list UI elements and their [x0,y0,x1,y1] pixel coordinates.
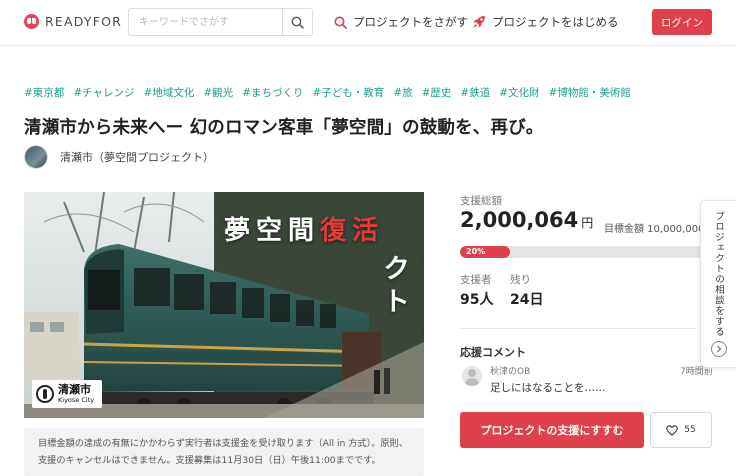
nav-find-projects[interactable]: プロジェクトをさがす [334,14,468,30]
city-seal-icon [36,385,54,403]
tag-link[interactable]: #歴史 [422,85,452,100]
rocket-icon [473,16,485,28]
search-box [128,8,313,36]
supporters-value: 95人 [460,292,494,308]
nav-find-label: プロジェクトをさがす [353,15,468,29]
all-in-notice: 目標金額の達成の有無にかかわらず実行者は支援金を受け取ります（All in 方式… [24,428,424,476]
total-amount-value: 2,000,064 [460,208,579,232]
comments-heading: 応援コメント [460,346,526,359]
total-label: 支援総額 [460,195,502,207]
favorite-button[interactable]: 55 [650,412,712,448]
consult-tab-label: プロジェクトの相談をする [713,211,724,337]
owner-name: 清瀬市（夢空間プロジェクト） [60,151,214,164]
tag-link[interactable]: #文化財 [499,85,539,100]
project-title: 清瀬市から未来へー 幻のロマン客車「夢空間」の鼓動を、再び。 [24,118,544,138]
search-input[interactable] [129,9,281,35]
hero-caption-vertical: プロジェクト [378,254,424,386]
search-icon [291,16,304,29]
tag-link[interactable]: #子ども・教育 [312,85,384,100]
heart-icon [666,424,679,436]
hero-caption-main: 夢空間 [224,216,321,246]
nav-start-label: プロジェクトをはじめる [492,15,619,29]
tag-link[interactable]: #地域文化 [144,85,195,100]
tag-list: #東京都 #チャレンジ #地域文化 #観光 #まちづくり #子ども・教育 #旅 #歴史 #鉄道 #… [24,85,631,100]
site-header: READYFOR プロジェクトをさがす プロジェクトをはじめる ログイン [0,0,736,46]
user-avatar-icon [462,366,482,386]
tag-link[interactable]: #東京都 [24,85,64,100]
hero-caption: 夢空間復活 [224,210,384,247]
chevron-right-icon [711,341,727,357]
tag-link[interactable]: #まちづくり [242,85,303,100]
goal-amount: 目標金額 10,000,000 [604,224,705,235]
total-amount-unit: 円 [581,216,594,230]
divider [460,328,696,329]
supporters-label: 支援者 [460,274,492,286]
project-hero-image: 夢空間復活 プロジェクト 清瀬市 Kiyose City [24,192,424,418]
logo-text: READYFOR [45,14,123,29]
tag-link[interactable]: #チャレンジ [73,85,134,100]
city-badge: 清瀬市 Kiyose City [32,380,102,408]
tag-link[interactable]: #博物館・美術館 [549,85,631,100]
tag-link[interactable]: #鉄道 [460,85,490,100]
favorite-count: 55 [684,425,696,435]
remaining-label: 残り [510,274,531,286]
readyfor-logo-icon [24,14,39,29]
owner-avatar [24,145,48,169]
hero-caption-red: 復活 [320,216,385,246]
remaining-value: 24日 [510,292,544,308]
login-button[interactable]: ログイン [652,9,712,35]
site-logo[interactable]: READYFOR [24,14,122,29]
nav-start-project[interactable]: プロジェクトをはじめる [472,14,619,30]
support-project-button[interactable]: プロジェクトの支援にすすむ [460,412,644,448]
project-owner[interactable]: 清瀬市（夢空間プロジェクト） [24,145,214,169]
total-amount: 2,000,064 円 [460,208,593,232]
consult-side-tab[interactable]: プロジェクトの相談をする [700,200,736,368]
progress-label: 20% [466,247,486,256]
tag-link[interactable]: #旅 [393,85,412,100]
comment-user[interactable]: 秋津のOB [490,364,530,377]
progress-bar: 20% [460,246,710,258]
search-button[interactable] [282,9,312,35]
tag-link[interactable]: #観光 [203,85,233,100]
search-icon [334,16,347,29]
city-name: 清瀬市 [58,383,91,397]
comment-text[interactable]: 足しにはなることを…… [490,380,606,395]
city-name-en: Kiyose City [58,396,95,405]
